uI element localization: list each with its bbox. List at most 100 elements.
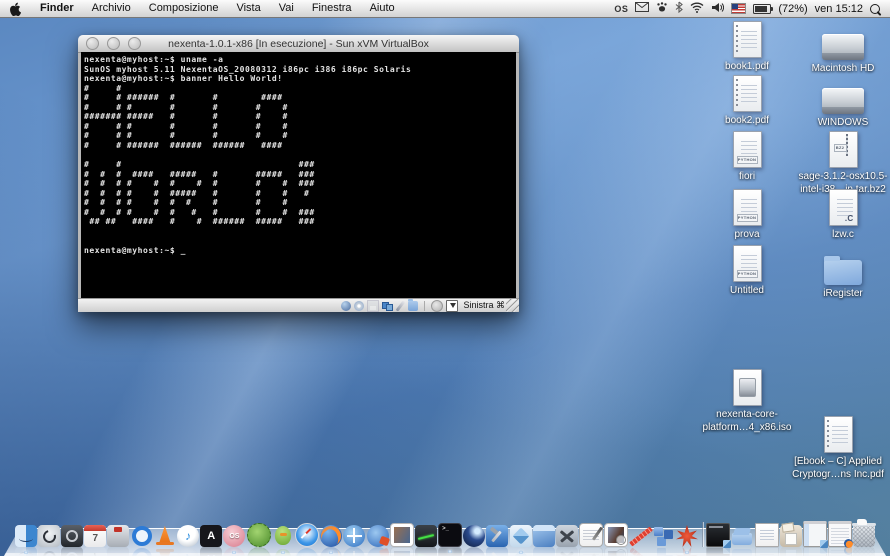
vm-screen[interactable]: nexenta@myhost:~$ uname -a SunOS myhost … bbox=[81, 52, 516, 299]
dock-vlc-icon[interactable] bbox=[154, 525, 176, 547]
dock-wheel-icon[interactable] bbox=[61, 525, 84, 547]
desktop-icon-lzw.c[interactable]: .C lzw.c bbox=[793, 188, 890, 241]
wifi-icon[interactable] bbox=[690, 2, 704, 16]
dock-finwin-icon[interactable] bbox=[802, 521, 828, 548]
page-file-icon: PYTHON bbox=[732, 245, 762, 282]
spotlight-icon[interactable] bbox=[870, 3, 880, 14]
os-menu-extra[interactable]: OS bbox=[614, 4, 628, 14]
menu-vai[interactable]: Vai bbox=[270, 0, 303, 17]
dock-package-icon[interactable] bbox=[779, 525, 802, 547]
menu-finder[interactable]: Finder bbox=[31, 0, 83, 17]
dock-adium-icon[interactable] bbox=[272, 525, 294, 554]
dock-redruler-icon[interactable] bbox=[630, 525, 652, 547]
dock-bglobe-icon[interactable] bbox=[343, 525, 366, 547]
desktop-icon-untitled[interactable]: PYTHON Untitled bbox=[697, 244, 797, 297]
input-language-flag-icon[interactable] bbox=[731, 3, 747, 14]
menu-bar-status: OS (72%) ven 15:12 bbox=[614, 1, 890, 16]
dock-finder-icon[interactable] bbox=[14, 525, 37, 554]
hd-file-icon bbox=[822, 88, 864, 114]
dock-itunes-icon[interactable]: ♪ bbox=[177, 525, 200, 547]
volume-icon[interactable] bbox=[711, 2, 725, 16]
file-type-badge: PYTHON bbox=[736, 214, 758, 222]
dock-trash-icon[interactable] bbox=[852, 519, 877, 547]
desktop-icon-fiori[interactable]: PYTHON fiori bbox=[697, 130, 797, 183]
apple-menu-icon[interactable] bbox=[9, 2, 21, 16]
menu-items: Finder Archivio Composizione Vista Vai Finest… bbox=[31, 0, 404, 17]
dock-blueprint-icon[interactable] bbox=[556, 525, 579, 547]
dock-activity-icon[interactable] bbox=[414, 525, 437, 547]
dock-graybox-icon[interactable] bbox=[107, 525, 130, 547]
virtualbox-vm-window: nexenta-1.0.1-x86 [In esecuzione] - Sun … bbox=[78, 35, 519, 312]
desktop-icon-sage-3.1.2-osx10.5-[interactable]: BZ2sage-3.1.2-osx10.5- intel-i38…in.tar.… bbox=[793, 130, 890, 196]
window-titlebar[interactable]: nexenta-1.0.1-x86 [In esecuzione] - Sun … bbox=[78, 35, 519, 53]
dock-ospink-icon[interactable]: OS bbox=[223, 525, 246, 554]
menu-vista[interactable]: Vista bbox=[227, 0, 269, 17]
mail-icon[interactable] bbox=[635, 2, 650, 15]
running-indicator bbox=[232, 551, 237, 554]
desktop-icon-label: iRegister bbox=[823, 288, 863, 299]
floppy-icon[interactable] bbox=[367, 299, 380, 312]
menu-finestra[interactable]: Finestra bbox=[303, 0, 361, 17]
desktop-icon-label: book2.pdf bbox=[725, 115, 769, 126]
desktop-icon--ebook-c-applied[interactable]: [Ebook – C] Applied Cryptogr…ns Inc.pdf bbox=[788, 415, 888, 481]
battery-percent[interactable]: (72%) bbox=[778, 3, 807, 15]
network-icon[interactable] bbox=[382, 301, 394, 311]
dock-ffwin-icon[interactable] bbox=[828, 521, 854, 548]
folder-file-icon bbox=[824, 256, 862, 285]
dock-document-icon[interactable] bbox=[754, 523, 779, 547]
dock-safari-icon[interactable] bbox=[294, 523, 319, 547]
desktop-icon-book1.pdf[interactable]: book1.pdf bbox=[697, 20, 797, 73]
dock-vbox-icon[interactable] bbox=[509, 525, 532, 554]
file-type-badge: BZ2 bbox=[833, 144, 847, 152]
desktop-icon-macintosh-hd[interactable]: Macintosh HD bbox=[793, 22, 890, 75]
desktop-icon-iregister[interactable]: iRegister bbox=[793, 247, 890, 300]
dock-icon-glyph: OS bbox=[229, 532, 240, 540]
dock-ical-icon[interactable]: 7 bbox=[84, 525, 107, 547]
menu-bar: Finder Archivio Composizione Vista Vai Finest… bbox=[0, 0, 890, 18]
desktop-icon-prova[interactable]: PYTHON prova bbox=[697, 188, 797, 241]
dock-firefox-icon[interactable] bbox=[320, 525, 343, 554]
dock-photo-icon[interactable] bbox=[389, 523, 414, 547]
file-type-badge: PYTHON bbox=[736, 270, 758, 278]
zoom-button[interactable] bbox=[128, 37, 141, 50]
dock-mathematica-icon[interactable] bbox=[676, 525, 698, 554]
menu-bar-clock[interactable]: ven 15:12 bbox=[815, 3, 863, 15]
running-indicator bbox=[518, 551, 523, 554]
desktop-icon-label: fiori bbox=[738, 171, 756, 182]
dock-openfolder-icon[interactable] bbox=[731, 525, 753, 547]
dock-preview-icon[interactable] bbox=[604, 523, 629, 547]
paw-icon[interactable] bbox=[656, 1, 668, 16]
dock-globered-icon[interactable] bbox=[366, 525, 389, 547]
dock-bluebox-icon[interactable] bbox=[532, 525, 555, 547]
dock-isync-icon[interactable] bbox=[37, 525, 60, 547]
mouse-capture-icon bbox=[446, 299, 459, 312]
dock-vmthumb-icon[interactable] bbox=[706, 523, 732, 548]
menu-composizione[interactable]: Composizione bbox=[140, 0, 228, 17]
dock-xcode-icon[interactable] bbox=[486, 525, 509, 547]
menu-archivio[interactable]: Archivio bbox=[83, 0, 140, 17]
desktop-icon-windows[interactable]: WINDOWS bbox=[793, 76, 890, 129]
shared-folders-icon[interactable] bbox=[408, 298, 419, 311]
desktop-icon-label: lzw.c bbox=[832, 229, 854, 240]
dock-blacka-icon[interactable]: A bbox=[200, 525, 223, 547]
battery-icon[interactable] bbox=[753, 3, 774, 14]
menu-aiuto[interactable]: Aiuto bbox=[361, 0, 404, 17]
page-file-icon: .C bbox=[828, 189, 858, 226]
desktop-icon-nexenta-core-[interactable]: nexenta-core- platform…4_x86.iso bbox=[697, 368, 797, 434]
dock-blueblocks-icon[interactable] bbox=[653, 525, 675, 547]
dock-term2-icon[interactable]: >_ bbox=[438, 523, 463, 553]
cdrom-icon[interactable] bbox=[354, 300, 365, 311]
dock-ggear-icon[interactable] bbox=[246, 523, 271, 547]
resize-grip[interactable] bbox=[506, 299, 519, 312]
minimize-button[interactable] bbox=[107, 37, 120, 50]
dock-textedit-icon[interactable] bbox=[579, 523, 604, 547]
usb-icon[interactable] bbox=[395, 301, 405, 311]
bluetooth-icon[interactable] bbox=[675, 1, 684, 16]
desktop-icon-label: book1.pdf bbox=[725, 61, 769, 72]
harddisk-activity-icon[interactable] bbox=[341, 300, 352, 311]
dock-items: 7 ♪ A OS >_ bbox=[0, 519, 890, 554]
dock-eclipse-icon[interactable] bbox=[463, 525, 486, 547]
desktop-icon-book2.pdf[interactable]: book2.pdf bbox=[697, 74, 797, 127]
dock-quicktime-icon[interactable] bbox=[131, 525, 153, 547]
close-button[interactable] bbox=[86, 37, 99, 50]
